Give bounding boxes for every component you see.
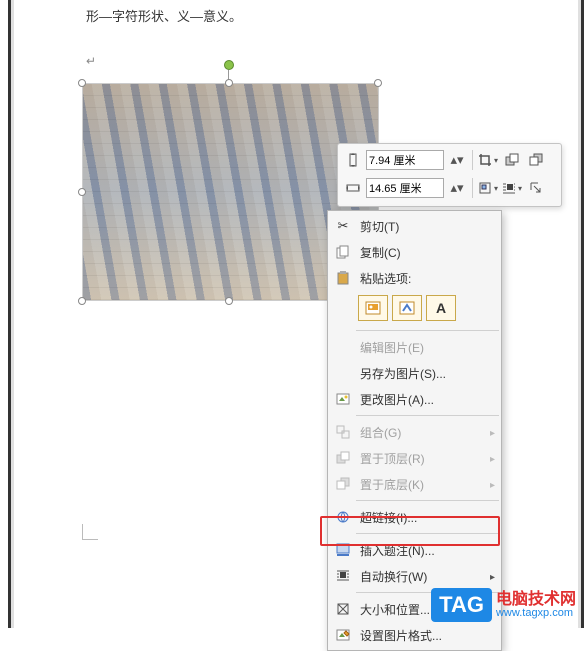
resize-handle-top-mid[interactable]	[225, 79, 233, 87]
paste-option-picture[interactable]	[358, 295, 388, 321]
bring-forward-icon[interactable]	[501, 149, 523, 171]
margin-corner-mark	[82, 524, 98, 540]
menu-bring-to-front: 置于顶层(R)	[328, 445, 501, 471]
height-input[interactable]	[366, 150, 444, 170]
menu-change-picture[interactable]: 更改图片(A)...	[328, 386, 501, 412]
menu-separator	[356, 500, 499, 501]
menu-hyperlink[interactable]: 超链接(I)...	[328, 504, 501, 530]
paste-option-keep-source[interactable]	[392, 295, 422, 321]
menu-group: 组合(G)	[328, 419, 501, 445]
group-icon	[332, 422, 354, 442]
size-icon	[332, 599, 354, 619]
watermark-tag: TAG	[431, 588, 492, 622]
resize-handle-mid-left[interactable]	[78, 188, 86, 196]
rotation-handle[interactable]	[224, 60, 234, 70]
caption-icon	[332, 540, 354, 560]
menu-edit-picture: 编辑图片(E)	[328, 334, 501, 360]
paste-options-row: A	[328, 291, 501, 327]
wrap-text-button[interactable]	[501, 177, 523, 199]
crop-button[interactable]	[477, 149, 499, 171]
paste-option-text-only[interactable]: A	[426, 295, 456, 321]
menu-send-to-back: 置于底层(K)	[328, 471, 501, 497]
menu-wrap-text[interactable]: 自动换行(W)	[328, 563, 501, 589]
menu-save-as-picture[interactable]: 另存为图片(S)...	[328, 360, 501, 386]
wrap-icon	[332, 566, 354, 586]
picture-mini-toolbar: ▴▾ ▴▾	[337, 143, 562, 207]
resize-handle-bottom-left[interactable]	[78, 297, 86, 305]
context-menu: ✂ 剪切(T) 复制(C) 粘贴选项: A 编辑图片(E) 另存为图片(S)..…	[327, 210, 502, 651]
dialog-launcher-icon[interactable]	[525, 177, 547, 199]
blank-icon	[332, 337, 354, 357]
blank-icon	[332, 363, 354, 383]
change-picture-icon	[332, 389, 354, 409]
document-text-line: 形—字符形状、义—意义。	[86, 6, 242, 25]
menu-separator	[356, 415, 499, 416]
width-icon	[342, 177, 364, 199]
format-icon	[332, 625, 354, 645]
menu-copy[interactable]: 复制(C)	[328, 239, 501, 265]
resize-handle-top-left[interactable]	[78, 79, 86, 87]
width-input[interactable]	[366, 178, 444, 198]
height-icon	[342, 149, 364, 171]
menu-separator	[356, 330, 499, 331]
menu-cut[interactable]: ✂ 剪切(T)	[328, 213, 501, 239]
hyperlink-icon	[332, 507, 354, 527]
menu-insert-caption[interactable]: 插入题注(N)...	[328, 537, 501, 563]
watermark-cn: 电脑技术网	[496, 592, 576, 608]
menu-paste-options-header: 粘贴选项:	[328, 265, 501, 291]
send-back-icon	[332, 474, 354, 494]
position-button[interactable]	[477, 177, 499, 199]
watermark: TAG 电脑技术网 www.tagxp.com	[431, 588, 576, 622]
watermark-url: www.tagxp.com	[496, 608, 576, 619]
cut-icon: ✂	[332, 216, 354, 236]
menu-format-picture[interactable]: 设置图片格式...	[328, 622, 501, 648]
spinner-icon[interactable]: ▴▾	[446, 149, 468, 171]
paragraph-mark: ↵	[86, 54, 96, 68]
clipboard-icon	[332, 268, 354, 288]
resize-handle-top-right[interactable]	[374, 79, 382, 87]
resize-handle-bottom-mid[interactable]	[225, 297, 233, 305]
menu-separator	[356, 533, 499, 534]
spinner-icon-2[interactable]: ▴▾	[446, 177, 468, 199]
send-backward-icon[interactable]	[525, 149, 547, 171]
bring-front-icon	[332, 448, 354, 468]
copy-icon	[332, 242, 354, 262]
